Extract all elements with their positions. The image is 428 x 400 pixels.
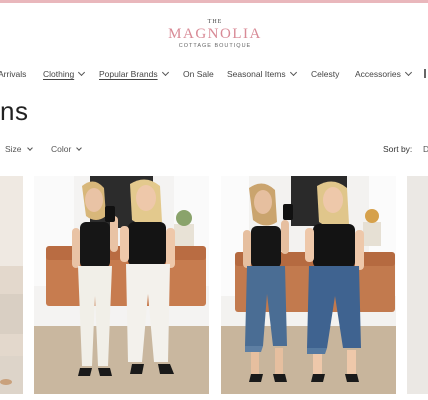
top-accent-bar: [0, 0, 428, 3]
chevron-down-icon: [26, 145, 33, 151]
logo-tagline: COTTAGE BOUTIQUE: [178, 43, 252, 49]
store-logo[interactable]: THE MAGNOLIA COTTAGE BOUTIQUE: [160, 18, 270, 54]
product-card-blue-jeans[interactable]: [221, 176, 396, 394]
color-filter[interactable]: Color: [51, 142, 83, 156]
chevron-down-icon: [289, 68, 297, 77]
filter-bar: Size Color Sort by: D: [0, 142, 428, 156]
nav-item-seasonal-items[interactable]: Seasonal Items: [227, 66, 297, 82]
chevron-down-icon: [161, 68, 169, 77]
product-card-partial-right[interactable]: [407, 176, 428, 394]
nav-item-label: Seasonal Items: [227, 69, 286, 79]
nav-item-label: Celesty: [311, 69, 340, 79]
logo-name: MAGNOLIA: [168, 26, 262, 42]
nav-item-new-arrivals[interactable]: Arrivals: [0, 66, 26, 82]
nav-item-label: On Sale: [183, 69, 214, 79]
nav-item-clothing[interactable]: Clothing: [43, 66, 86, 82]
sort-by-select[interactable]: D: [423, 142, 428, 156]
nav-overflow-mark: [424, 69, 426, 78]
nav-item-label: Accessories: [355, 69, 401, 79]
size-filter-label: Size: [5, 144, 22, 154]
product-card-white-jeans[interactable]: [34, 176, 209, 394]
product-image: [34, 176, 209, 394]
size-filter[interactable]: Size: [5, 142, 33, 156]
nav-item-accessories[interactable]: Accessories: [355, 66, 412, 82]
chevron-down-icon: [78, 68, 86, 77]
product-image: [0, 176, 23, 394]
nav-item-label: Popular Brands: [99, 69, 158, 79]
product-image: [407, 176, 428, 394]
color-filter-label: Color: [51, 144, 72, 154]
product-image: [221, 176, 396, 394]
page-title: ns: [0, 96, 29, 126]
nav-item-label: Arrivals: [0, 69, 27, 79]
nav-item-label: Clothing: [43, 69, 75, 79]
nav-item-overflow[interactable]: [424, 66, 426, 82]
logo-the: THE: [207, 19, 223, 25]
chevron-down-icon: [404, 68, 412, 77]
nav-item-popular-brands[interactable]: Popular Brands: [99, 66, 169, 82]
sort-by-label: Sort by:: [383, 144, 413, 154]
nav-item-celesty[interactable]: Celesty: [311, 66, 339, 82]
product-card-partial-left[interactable]: [0, 176, 23, 394]
chevron-down-icon: [76, 145, 83, 151]
main-navigation: Arrivals Clothing Popular Brands On Sale…: [0, 66, 428, 82]
nav-item-on-sale[interactable]: On Sale: [183, 66, 214, 82]
